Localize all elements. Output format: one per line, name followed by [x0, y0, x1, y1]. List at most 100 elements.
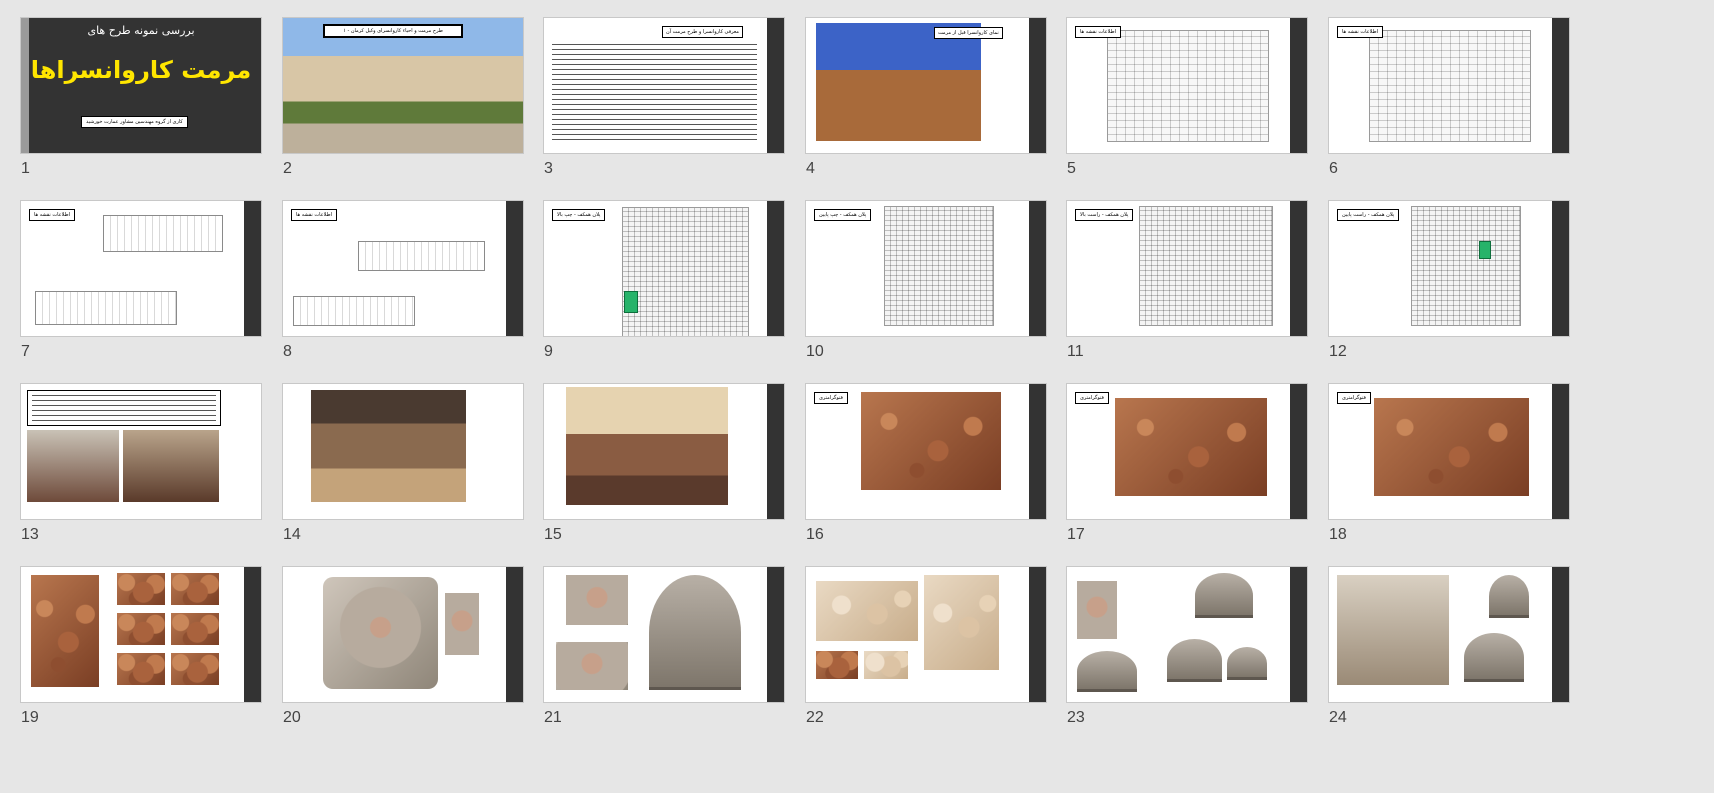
slide-13[interactable] — [20, 383, 262, 520]
slide-label: اطلاعات نقشه ها — [29, 209, 75, 221]
slide-footer: کاری از گروه مهندسین مشاور عمارت خورشید — [81, 116, 188, 128]
slide-thumbnail-5[interactable]: اطلاعات نقشه ها 5 — [1066, 17, 1308, 177]
slide-side-bar — [1552, 18, 1569, 153]
slide-thumbnail-4[interactable]: نمای کاروانسرا قبل از مرمت 4 — [805, 17, 1047, 177]
slide-19[interactable] — [20, 566, 262, 703]
slide-18[interactable]: فتوگرامتری — [1328, 383, 1570, 520]
slide-9[interactable]: پلان همکف - چپ بالا — [543, 200, 785, 337]
slide-heading: معرفی کاروانسرا و طرح مرمت آن — [662, 26, 743, 38]
floor-plan-drawing — [622, 207, 749, 336]
slide-23[interactable] — [1066, 566, 1308, 703]
slide-thumbnail-2[interactable]: ۱ - طرح مرمت و احیاء کاروانسرای وکیل کرم… — [282, 17, 524, 177]
slide-2[interactable]: ۱ - طرح مرمت و احیاء کاروانسرای وکیل کرم… — [282, 17, 524, 154]
muqarnas-detail-thumb — [816, 651, 858, 679]
slide-number: 11 — [1067, 343, 1084, 360]
slide-3[interactable]: معرفی کاروانسرا و طرح مرمت آن — [543, 17, 785, 154]
slide-number: 1 — [21, 160, 30, 177]
slide-number: 14 — [283, 526, 301, 543]
slide-number: 4 — [806, 160, 815, 177]
slide-side-bar — [1029, 567, 1046, 702]
body-text-block — [32, 395, 216, 421]
slide-6[interactable]: اطلاعات نقشه ها — [1328, 17, 1570, 154]
dome-section-photo — [1464, 633, 1524, 682]
dome-ceiling-orthophoto — [323, 577, 438, 689]
highlighted-room — [624, 291, 638, 313]
slide-caption: ۱ - طرح مرمت و احیاء کاروانسرای وکیل کرم… — [323, 24, 463, 38]
slide-side-bar — [767, 18, 784, 153]
dome-section-photo — [1167, 639, 1222, 682]
slide-5[interactable]: اطلاعات نقشه ها — [1066, 17, 1308, 154]
slide-thumbnail-6[interactable]: اطلاعات نقشه ها 6 — [1328, 17, 1570, 177]
room-render — [566, 387, 728, 505]
slide-thumbnail-24[interactable]: 24 — [1328, 566, 1570, 726]
slide-thumbnail-14[interactable]: 14 — [282, 383, 524, 543]
slide-thumbnail-22[interactable]: 22 — [805, 566, 1047, 726]
slide-thumbnail-23[interactable]: 23 — [1066, 566, 1308, 726]
slide-thumbnail-19[interactable]: 19 — [20, 566, 262, 726]
slide-subtitle: بررسی نمونه طرح های — [87, 24, 195, 37]
slide-thumbnail-13[interactable]: 13 — [20, 383, 262, 543]
interior-photo-left — [27, 430, 119, 502]
slide-side-bar — [1552, 567, 1569, 702]
slide-thumbnail-15[interactable]: 15 — [543, 383, 785, 543]
slide-label: اطلاعات نقشه ها — [1075, 26, 1121, 38]
pale-muqarnas-photo — [924, 575, 999, 670]
slide-thumbnail-18[interactable]: فتوگرامتری 18 — [1328, 383, 1570, 543]
slide-10[interactable]: پلان همکف - چپ پایین — [805, 200, 1047, 337]
slide-sorter-grid: بررسی نمونه طرح های مرمت کاروانسراها کار… — [0, 0, 1714, 793]
slide-side-bar — [1029, 18, 1046, 153]
slide-7[interactable]: اطلاعات نقشه ها — [20, 200, 262, 337]
slide-thumbnail-20[interactable]: 20 — [282, 566, 524, 726]
slide-12[interactable]: پلان همکف - راست پایین — [1328, 200, 1570, 337]
slide-thumbnail-9[interactable]: پلان همکف - چپ بالا 9 — [543, 200, 785, 360]
slide-thumbnail-16[interactable]: فتوگرامتری 16 — [805, 383, 1047, 543]
slide-22[interactable] — [805, 566, 1047, 703]
dome-orthophoto — [556, 642, 628, 690]
slide-24[interactable] — [1328, 566, 1570, 703]
slide-number: 16 — [806, 526, 824, 543]
slide-number: 19 — [21, 709, 39, 726]
slide-4[interactable]: نمای کاروانسرا قبل از مرمت — [805, 17, 1047, 154]
slide-number: 7 — [21, 343, 30, 360]
slide-number: 12 — [1329, 343, 1347, 360]
dome-orthophoto — [566, 575, 628, 625]
slide-16[interactable]: فتوگرامتری — [805, 383, 1047, 520]
dome-section-photo — [1077, 651, 1137, 692]
slide-11[interactable]: پلان همکف - راست بالا — [1066, 200, 1308, 337]
slide-number: 13 — [21, 526, 39, 543]
elevation-drawing — [35, 291, 177, 325]
slide-number: 8 — [283, 343, 292, 360]
slide-thumbnail-7[interactable]: اطلاعات نقشه ها 7 — [20, 200, 262, 360]
slide-thumbnail-3[interactable]: معرفی کاروانسرا و طرح مرمت آن 3 — [543, 17, 785, 177]
floor-plan-drawing — [884, 206, 994, 326]
section-drawing — [103, 215, 223, 252]
text-box — [27, 390, 221, 426]
slide-8[interactable]: اطلاعات نقشه ها — [282, 200, 524, 337]
slide-15[interactable] — [543, 383, 785, 520]
slide-number: 15 — [544, 526, 562, 543]
muqarnas-detail-thumb — [117, 613, 165, 645]
slide-thumbnail-11[interactable]: پلان همکف - راست بالا 11 — [1066, 200, 1308, 360]
slide-side-bar — [1552, 384, 1569, 519]
slide-thumbnail-12[interactable]: پلان همکف - راست پایین 12 — [1328, 200, 1570, 360]
slide-number: 3 — [544, 160, 553, 177]
slide-side-bar — [767, 384, 784, 519]
slide-thumbnail-1[interactable]: بررسی نمونه طرح های مرمت کاروانسراها کار… — [20, 17, 262, 177]
slide-21[interactable] — [543, 566, 785, 703]
muqarnas-detail-thumb — [171, 653, 219, 685]
slide-thumbnail-21[interactable]: 21 — [543, 566, 785, 726]
site-plan-drawing — [1107, 30, 1269, 142]
slide-20[interactable] — [282, 566, 524, 703]
slide-thumbnail-17[interactable]: فتوگرامتری 17 — [1066, 383, 1308, 543]
slide-17[interactable]: فتوگرامتری — [1066, 383, 1308, 520]
slide-thumbnail-8[interactable]: اطلاعات نقشه ها 8 — [282, 200, 524, 360]
muqarnas-detail-thumb — [171, 573, 219, 605]
slide-side-bar — [1290, 384, 1307, 519]
before-restoration-photo — [816, 23, 981, 141]
slide-1[interactable]: بررسی نمونه طرح های مرمت کاروانسراها کار… — [20, 17, 262, 154]
dome-section-photo — [1195, 573, 1253, 618]
slide-label: فتوگرامتری — [814, 392, 848, 404]
dome-3d-model — [649, 575, 741, 690]
slide-thumbnail-10[interactable]: پلان همکف - چپ پایین 10 — [805, 200, 1047, 360]
slide-14[interactable] — [282, 383, 524, 520]
